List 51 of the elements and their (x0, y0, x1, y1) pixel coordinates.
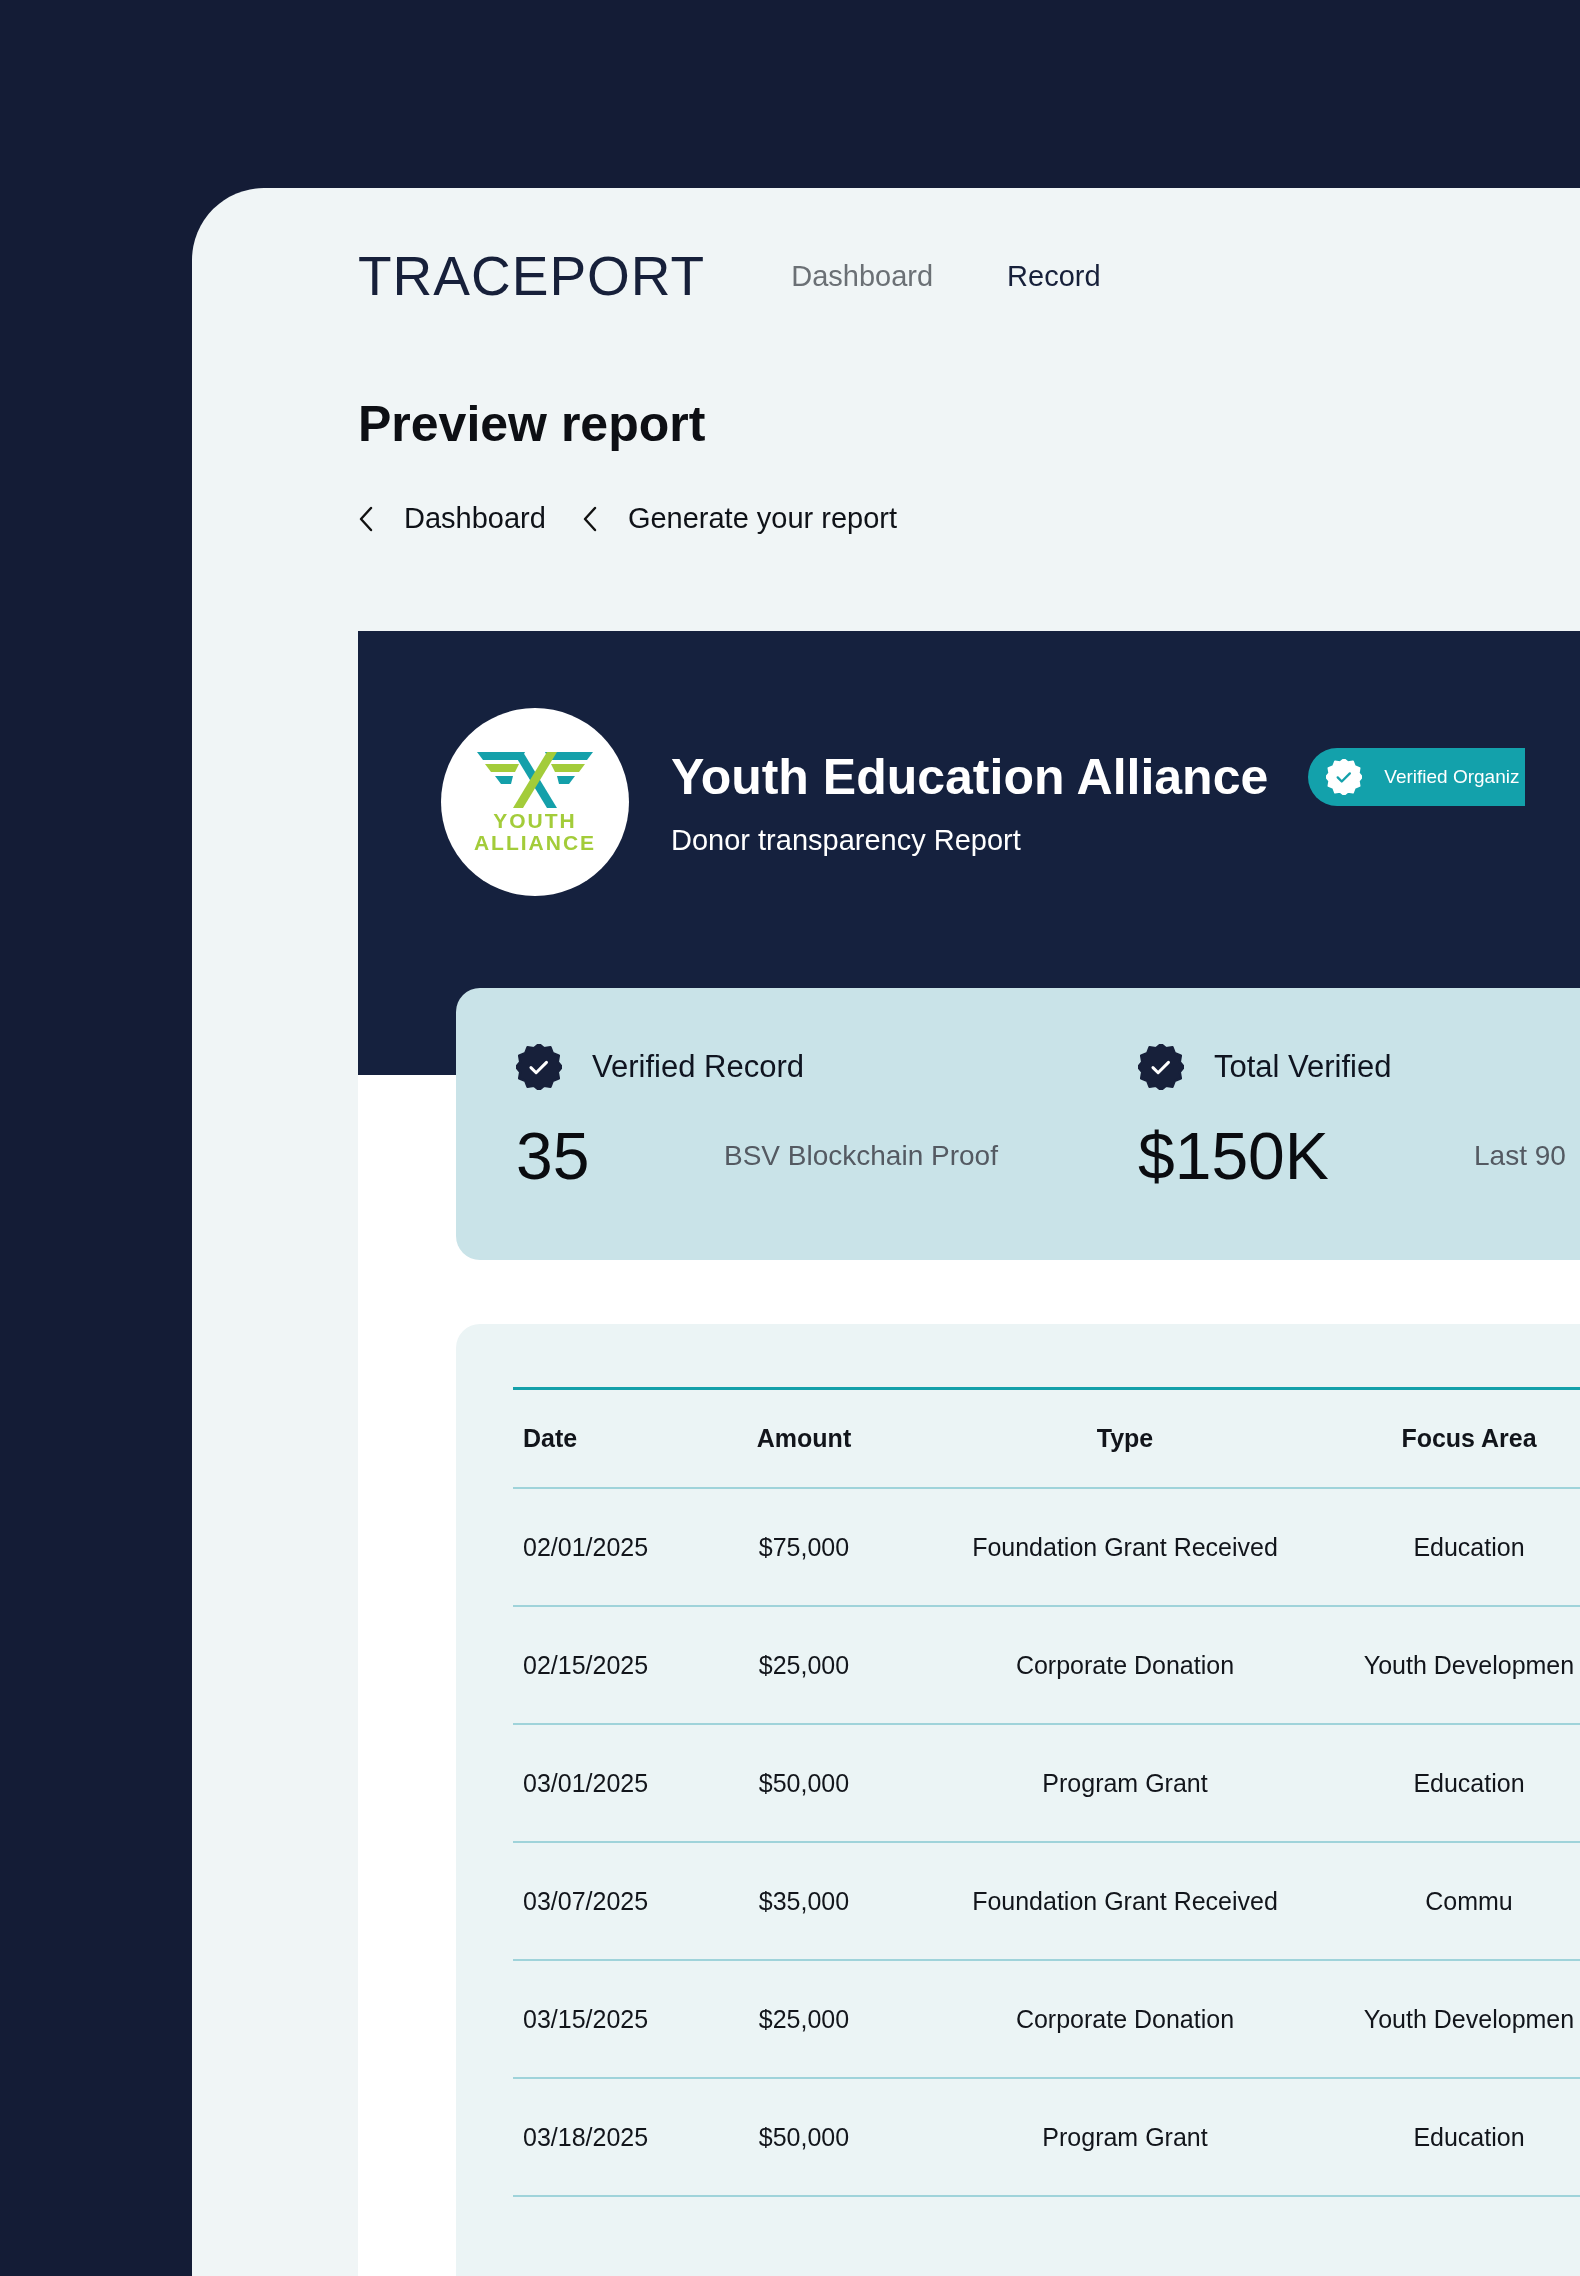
table-cell-text: 02/01/2025 (522, 1532, 649, 1562)
verified-seal-icon (1138, 1044, 1184, 1090)
column-header: Date (522, 1424, 578, 1453)
table-cell: Foundation Grant Received (972, 1532, 1278, 1562)
verified-badge: Verified Organiz (1308, 747, 1526, 806)
stat-note: Last 90 (1474, 1140, 1566, 1172)
table-cell: Corporate Donation (1015, 2004, 1235, 2034)
breadcrumb-link[interactable]: Generate your report (581, 502, 898, 535)
table-cell: $75,000 (758, 1532, 850, 1562)
page-title: Preview report (358, 395, 707, 454)
table-cell: Education (1413, 2122, 1525, 2152)
brand-logo: TRACEPORT (358, 248, 706, 304)
table-cell-text: 03/15/2025 (522, 2004, 649, 2034)
column-header: Amount (756, 1424, 852, 1453)
nav-link[interactable]: Record (1007, 259, 1101, 293)
table-cell: Education (1413, 1768, 1525, 1798)
chevron-left-icon (358, 504, 374, 533)
chevron-left-icon (581, 504, 598, 533)
logo-text: YOUTH (493, 810, 577, 832)
stat-label: Verified Record (592, 1049, 804, 1085)
table-cell: Commu (1425, 1886, 1513, 1916)
table-cell: $50,000 (758, 2122, 850, 2152)
table-cell: Program Grant (1042, 2122, 1208, 2152)
table-cell: Youth Developmen (1363, 2004, 1575, 2034)
table-cell-text: 03/01/2025 (522, 1768, 649, 1798)
report-subtitle: Donor transparency Report (671, 823, 1022, 857)
nav-link[interactable]: Dashboard (791, 259, 934, 293)
stat-value: $150K (1138, 1118, 1330, 1194)
breadcrumb-link[interactable]: Dashboard (358, 502, 546, 535)
organization-name: Youth Education Alliance (671, 747, 1269, 806)
column-header: Type (1096, 1424, 1154, 1453)
table-cell-text: 03/18/2025 (522, 2122, 649, 2152)
wings-icon (477, 750, 593, 810)
table-cell: Youth Developmen (1363, 1650, 1575, 1680)
table-cell: Corporate Donation (1015, 1650, 1235, 1680)
stat-note: BSV Blockchain Proof (724, 1140, 998, 1172)
stat-value: 35 (516, 1118, 591, 1194)
table-cell: $25,000 (758, 2004, 850, 2034)
table-cell: $25,000 (758, 1650, 850, 1680)
table-cell: Program Grant (1042, 1768, 1208, 1798)
verified-seal-icon (516, 1044, 562, 1090)
table-cell: Education (1413, 1532, 1525, 1562)
verified-seal-icon (1326, 758, 1363, 795)
table-cell: $50,000 (758, 1768, 850, 1798)
table-cell-text: 03/07/2025 (522, 1886, 649, 1916)
column-header: Focus Area (1401, 1424, 1537, 1453)
stat-label: Total Verified (1214, 1049, 1392, 1085)
table-cell: $35,000 (758, 1886, 850, 1916)
table-cell: Foundation Grant Received (972, 1886, 1278, 1916)
table-cell-text: 02/15/2025 (522, 1650, 649, 1680)
logo-text: ALLIANCE (473, 832, 597, 854)
